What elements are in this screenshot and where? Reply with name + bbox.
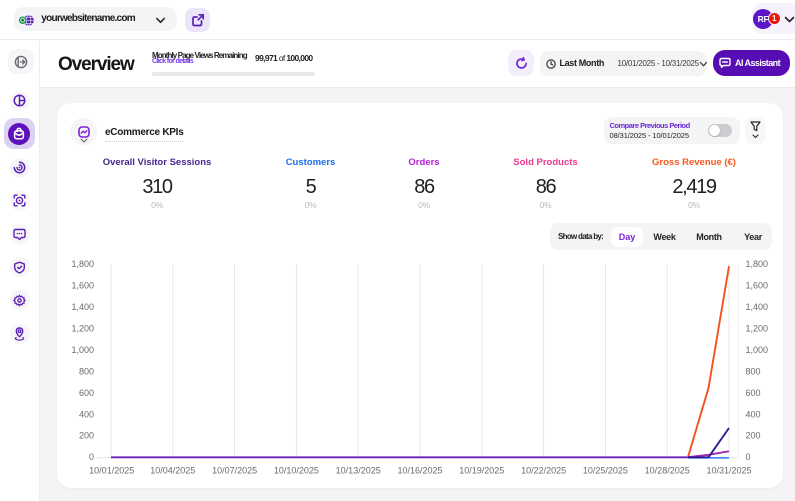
- svg-text:0: 0: [746, 452, 751, 462]
- svg-text:1,200: 1,200: [746, 324, 769, 334]
- svg-text:200: 200: [746, 431, 761, 441]
- svg-text:600: 600: [746, 388, 761, 398]
- svg-text:10/22/2025: 10/22/2025: [521, 466, 566, 476]
- svg-text:1,000: 1,000: [746, 345, 769, 355]
- svg-text:600: 600: [79, 388, 94, 398]
- svg-text:10/19/2025: 10/19/2025: [459, 466, 504, 476]
- svg-text:800: 800: [746, 366, 761, 376]
- svg-text:1,600: 1,600: [71, 281, 94, 291]
- svg-text:400: 400: [79, 409, 94, 419]
- svg-text:10/07/2025: 10/07/2025: [212, 466, 257, 476]
- svg-text:0: 0: [89, 452, 94, 462]
- svg-text:1,200: 1,200: [71, 324, 94, 334]
- svg-text:800: 800: [79, 366, 94, 376]
- svg-text:10/28/2025: 10/28/2025: [645, 466, 690, 476]
- svg-text:10/10/2025: 10/10/2025: [274, 466, 319, 476]
- svg-text:10/25/2025: 10/25/2025: [583, 466, 628, 476]
- svg-text:10/16/2025: 10/16/2025: [397, 466, 442, 476]
- svg-text:10/04/2025: 10/04/2025: [150, 466, 195, 476]
- svg-text:10/31/2025: 10/31/2025: [706, 466, 751, 476]
- svg-text:10/01/2025: 10/01/2025: [89, 466, 134, 476]
- svg-text:400: 400: [746, 409, 761, 419]
- svg-text:1,800: 1,800: [746, 259, 769, 269]
- svg-text:1,400: 1,400: [746, 302, 769, 312]
- svg-text:1,800: 1,800: [71, 259, 94, 269]
- svg-text:1,600: 1,600: [746, 281, 769, 291]
- svg-text:200: 200: [79, 431, 94, 441]
- svg-text:1,000: 1,000: [71, 345, 94, 355]
- svg-text:10/13/2025: 10/13/2025: [336, 466, 381, 476]
- svg-text:1,400: 1,400: [71, 302, 94, 312]
